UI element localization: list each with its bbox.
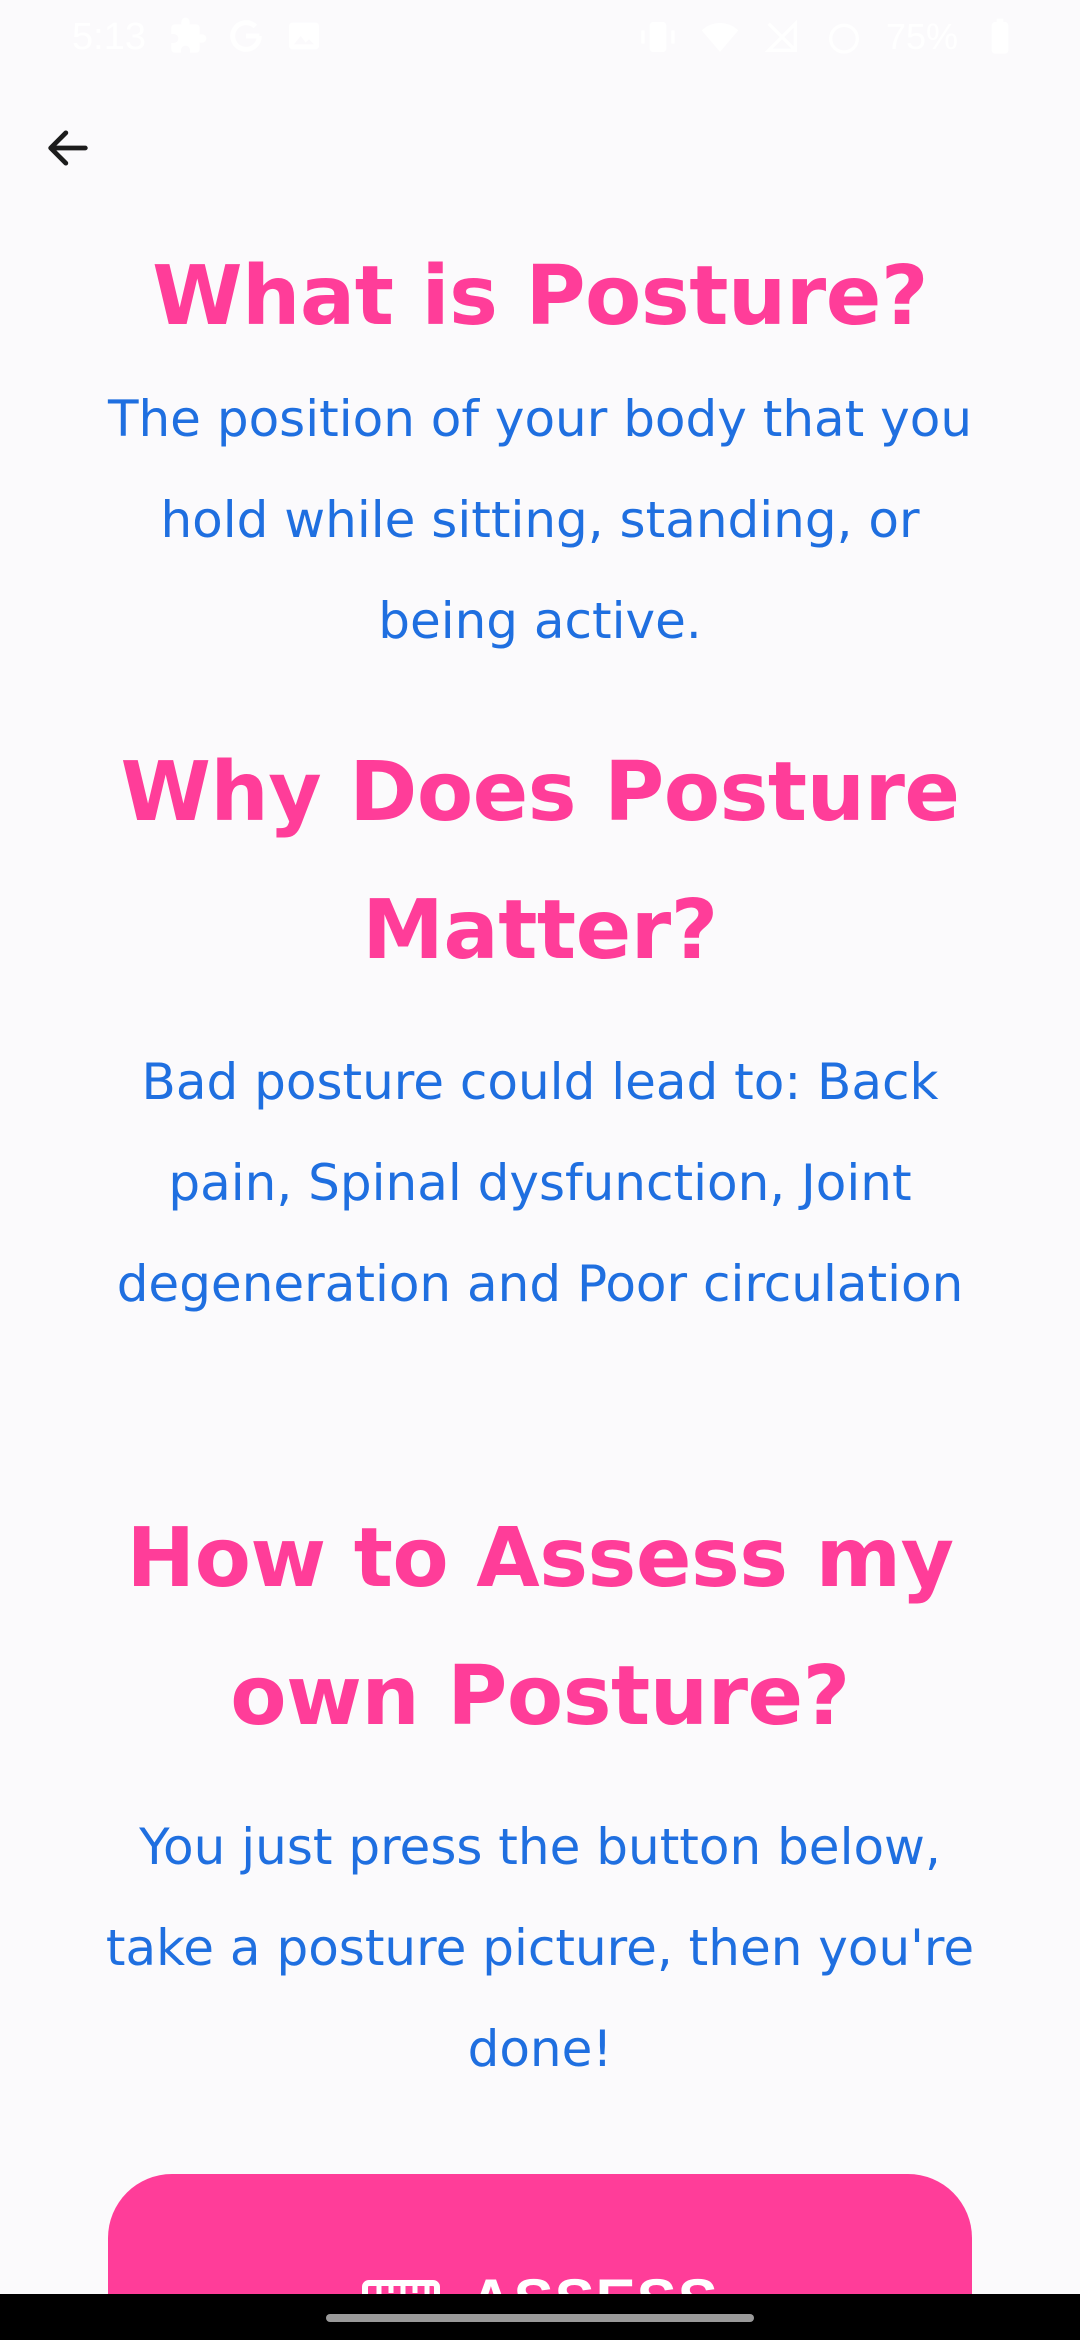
google-icon — [226, 16, 266, 56]
wifi-icon — [700, 17, 740, 57]
battery-percent: 75% — [885, 16, 958, 57]
no-signal-icon — [762, 17, 802, 57]
battery-icon — [980, 17, 1020, 57]
puzzle-icon — [168, 16, 208, 56]
section-heading-what-is-posture: What is Posture? — [152, 249, 928, 344]
section-body-how-to-assess: You just press the button below, take a … — [105, 1818, 975, 2078]
home-handle[interactable] — [326, 2314, 754, 2322]
section-body-why-posture-matters: Bad posture could lead to: Back pain, Sp… — [116, 1053, 964, 1313]
status-time: 5:13 — [72, 16, 146, 58]
status-left-icons — [168, 16, 324, 56]
status-bar: 5:13 75% — [0, 0, 1080, 80]
system-nav-bar — [0, 2294, 1080, 2340]
vibrate-icon — [638, 17, 678, 57]
screen: 5:13 75% What is Posture? The position o… — [0, 0, 1080, 2340]
section-heading-how-to-assess: How to Assess my own Posture? — [126, 1511, 954, 1744]
status-right: 75% — [638, 16, 1020, 58]
section-heading-why-posture-matters: Why Does Posture Matter? — [120, 745, 960, 978]
section-body-what-is-posture: The position of your body that you hold … — [107, 390, 973, 650]
back-button[interactable] — [36, 118, 100, 182]
arrow-back-icon — [42, 122, 94, 178]
image-icon — [284, 16, 324, 56]
alarm-icon — [824, 17, 864, 57]
